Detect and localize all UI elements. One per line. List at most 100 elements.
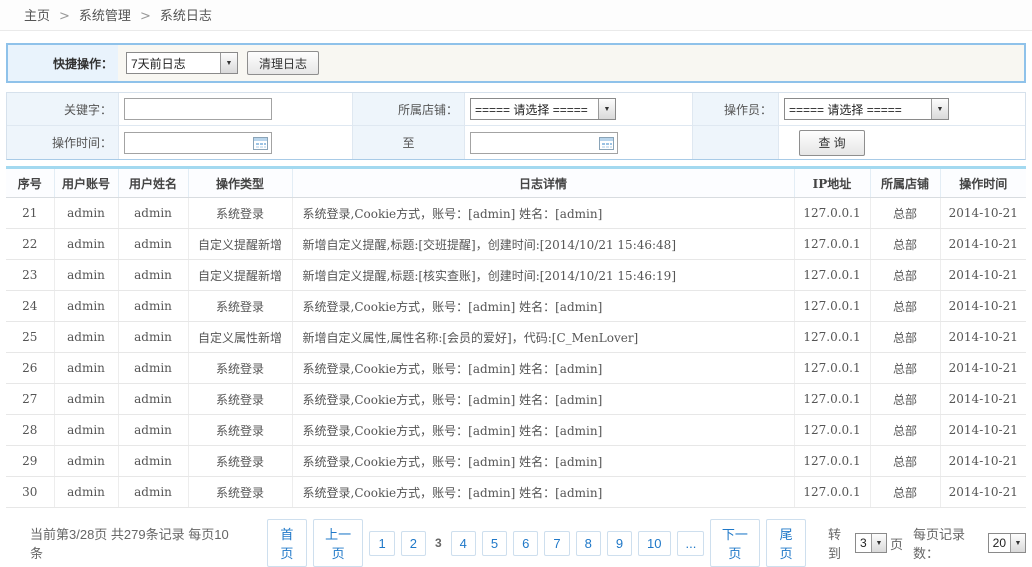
table-cell: 2014-10-21 bbox=[940, 322, 1026, 353]
page-number-button[interactable]: 2 bbox=[401, 531, 426, 556]
table-cell: 总部 bbox=[870, 260, 940, 291]
page-number-button[interactable]: 7 bbox=[544, 531, 569, 556]
column-header: 操作时间 bbox=[940, 168, 1026, 198]
table-cell: 系统登录,Cookie方式，账号：[admin] 姓名：[admin] bbox=[292, 446, 794, 477]
search-button-cell: 查 询 bbox=[779, 126, 1025, 159]
next-page-button[interactable]: 下一页 bbox=[710, 519, 761, 567]
page-size-select-value: 20 bbox=[989, 536, 1010, 550]
shop-label: 所属店铺： bbox=[353, 93, 465, 126]
breadcrumb-system-log[interactable]: 系统日志 bbox=[160, 8, 212, 23]
operator-field-cell: ===== 请选择 ===== ▼ bbox=[779, 93, 1025, 126]
breadcrumb-home[interactable]: 主页 bbox=[24, 8, 50, 23]
first-page-button[interactable]: 首页 bbox=[267, 519, 307, 567]
last-page-button[interactable]: 尾页 bbox=[766, 519, 806, 567]
prev-page-button[interactable]: 上一页 bbox=[313, 519, 364, 567]
table-row: 23adminadmin自定义提醒新增新增自定义提醒,标题:[核实查账]，创建时… bbox=[6, 260, 1026, 291]
breadcrumb-separator: > bbox=[59, 9, 70, 24]
table-cell: admin bbox=[54, 322, 118, 353]
ellipsis-page-button[interactable]: ... bbox=[677, 531, 704, 556]
table-cell: 系统登录,Cookie方式，账号：[admin] 姓名：[admin] bbox=[292, 291, 794, 322]
table-cell: 23 bbox=[6, 260, 54, 291]
table-cell: 自定义提醒新增 bbox=[188, 229, 292, 260]
table-header-row: 序号用户账号用户姓名操作类型日志详情IP地址所属店铺操作时间 bbox=[6, 168, 1026, 198]
table-cell: 新增自定义属性,属性名称:[会员的爱好]，代码:[C_MenLover] bbox=[292, 322, 794, 353]
table-cell: 26 bbox=[6, 353, 54, 384]
table-cell: admin bbox=[118, 322, 188, 353]
table-row: 27adminadmin系统登录系统登录,Cookie方式，账号：[admin]… bbox=[6, 384, 1026, 415]
pagination: 首页 上一页 12345678910 ... 下一页 尾页 bbox=[267, 519, 806, 567]
table-cell: 系统登录 bbox=[188, 477, 292, 508]
time-from-input[interactable] bbox=[124, 132, 272, 154]
table-cell: admin bbox=[54, 446, 118, 477]
breadcrumb-separator: > bbox=[140, 9, 151, 24]
search-button[interactable]: 查 询 bbox=[799, 130, 865, 156]
table-cell: 29 bbox=[6, 446, 54, 477]
operator-select-value: ===== 请选择 ===== bbox=[785, 101, 931, 118]
goto-controls: 转到 3 ▼ 页 每页记录数： 20 ▼ bbox=[828, 524, 1026, 562]
page-size-label: 每页记录数： bbox=[913, 524, 985, 562]
table-cell: 新增自定义提醒,标题:[核实查账]，创建时间:[2014/10/21 15:46… bbox=[292, 260, 794, 291]
page-number-button[interactable]: 10 bbox=[638, 531, 670, 556]
table-cell: 27 bbox=[6, 384, 54, 415]
table-row: 29adminadmin系统登录系统登录,Cookie方式，账号：[admin]… bbox=[6, 446, 1026, 477]
time-to-input[interactable] bbox=[470, 132, 618, 154]
breadcrumb-system-management[interactable]: 系统管理 bbox=[79, 8, 131, 23]
chevron-down-icon: ▼ bbox=[1010, 534, 1025, 552]
table-cell: admin bbox=[118, 229, 188, 260]
table-cell: admin bbox=[118, 198, 188, 229]
table-row: 26adminadmin系统登录系统登录,Cookie方式，账号：[admin]… bbox=[6, 353, 1026, 384]
table-cell: admin bbox=[54, 415, 118, 446]
page-number-button[interactable]: 8 bbox=[576, 531, 601, 556]
table-cell: 2014-10-21 bbox=[940, 198, 1026, 229]
table-cell: 系统登录 bbox=[188, 415, 292, 446]
shop-select[interactable]: ===== 请选择 ===== ▼ bbox=[470, 98, 616, 120]
goto-label: 转到 bbox=[828, 524, 852, 562]
column-header: 序号 bbox=[6, 168, 54, 198]
table-cell: admin bbox=[118, 446, 188, 477]
clear-logs-button[interactable]: 清理日志 bbox=[247, 51, 319, 75]
table-cell: 127.0.0.1 bbox=[794, 260, 870, 291]
shop-select-value: ===== 请选择 ===== bbox=[471, 101, 598, 118]
keyword-input[interactable] bbox=[124, 98, 272, 120]
table-cell: 24 bbox=[6, 291, 54, 322]
column-header: 用户账号 bbox=[54, 168, 118, 198]
table-cell: 自定义属性新增 bbox=[188, 322, 292, 353]
breadcrumb: 主页 > 系统管理 > 系统日志 bbox=[0, 0, 1032, 31]
table-footer: 当前第3/28页 共279条记录 每页10条 首页 上一页 1234567891… bbox=[6, 508, 1026, 567]
table-cell: 总部 bbox=[870, 322, 940, 353]
table-cell: 系统登录 bbox=[188, 198, 292, 229]
table-cell: admin bbox=[118, 477, 188, 508]
goto-page-select[interactable]: 3 ▼ bbox=[855, 533, 887, 553]
table-cell: admin bbox=[118, 415, 188, 446]
page-size-select[interactable]: 20 ▼ bbox=[988, 533, 1026, 553]
table-cell: 2014-10-21 bbox=[940, 384, 1026, 415]
calendar-icon[interactable] bbox=[253, 136, 268, 150]
page-number-button[interactable]: 4 bbox=[451, 531, 476, 556]
table-cell: 系统登录,Cookie方式，账号：[admin] 姓名：[admin] bbox=[292, 198, 794, 229]
page-number-button[interactable]: 5 bbox=[482, 531, 507, 556]
time-from-cell bbox=[119, 126, 353, 159]
table-cell: 总部 bbox=[870, 198, 940, 229]
table-cell: 127.0.0.1 bbox=[794, 229, 870, 260]
page-number-button[interactable]: 1 bbox=[369, 531, 394, 556]
log-age-select[interactable]: 7天前日志 ▼ bbox=[126, 52, 238, 74]
table-cell: 总部 bbox=[870, 415, 940, 446]
operator-select[interactable]: ===== 请选择 ===== ▼ bbox=[784, 98, 949, 120]
table-cell: 2014-10-21 bbox=[940, 229, 1026, 260]
table-cell: admin bbox=[54, 353, 118, 384]
column-header: 用户姓名 bbox=[118, 168, 188, 198]
page-number-button[interactable]: 9 bbox=[607, 531, 632, 556]
page-number-button[interactable]: 6 bbox=[513, 531, 538, 556]
log-table: 序号用户账号用户姓名操作类型日志详情IP地址所属店铺操作时间 21adminad… bbox=[6, 166, 1026, 508]
table-cell: 自定义提醒新增 bbox=[188, 260, 292, 291]
table-cell: admin bbox=[54, 260, 118, 291]
chevron-down-icon: ▼ bbox=[931, 99, 948, 119]
table-cell: 127.0.0.1 bbox=[794, 353, 870, 384]
table-row: 30adminadmin系统登录系统登录,Cookie方式，账号：[admin]… bbox=[6, 477, 1026, 508]
table-cell: 系统登录 bbox=[188, 291, 292, 322]
table-cell: 新增自定义提醒,标题:[交班提醒]，创建时间:[2014/10/21 15:46… bbox=[292, 229, 794, 260]
table-cell: 25 bbox=[6, 322, 54, 353]
time-label: 操作时间： bbox=[7, 126, 119, 159]
column-header: 操作类型 bbox=[188, 168, 292, 198]
calendar-icon[interactable] bbox=[599, 136, 614, 150]
